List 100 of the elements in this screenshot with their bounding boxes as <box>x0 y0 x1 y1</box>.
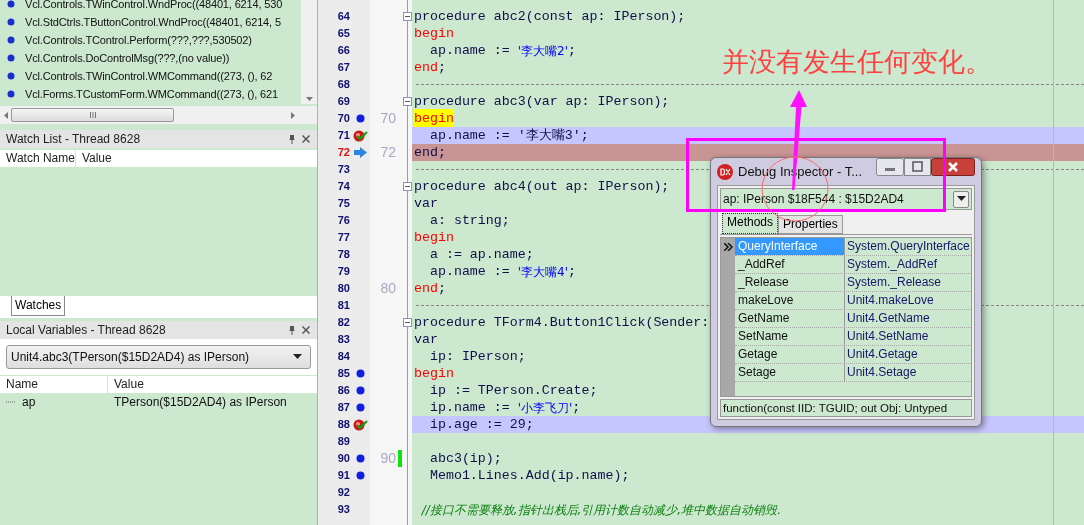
collapse-icon[interactable] <box>403 318 412 327</box>
down-arrow-icon[interactable] <box>305 97 313 101</box>
panel-title: Local Variables - Thread 8628 <box>6 322 167 339</box>
method-name[interactable]: GetName <box>735 310 845 327</box>
collapse-icon[interactable] <box>403 97 412 106</box>
tab[interactable]: Watches <box>11 296 66 316</box>
annotation-text: 并没有发生任何变化。 <box>722 45 992 79</box>
stack-frame[interactable]: Vcl.Controls.TControl.Perform(???,???,530502) <box>25 31 252 49</box>
line-number: 91 <box>336 468 350 483</box>
breakpoint-icon[interactable] <box>355 454 365 463</box>
column-header[interactable]: Name <box>0 376 108 393</box>
line-number: 64 <box>336 9 350 24</box>
tab[interactable]: Properties <box>778 215 843 234</box>
method-name[interactable]: _Release <box>735 274 845 291</box>
line-number: 93 <box>336 502 350 517</box>
right-arrow-icon[interactable] <box>291 111 295 119</box>
code-line: ap.name := '李大嘴3'; <box>428 127 589 144</box>
stack-frame[interactable]: Vcl.Controls.DoControlMsg(???,(no value)) <box>25 49 230 67</box>
breakpoint-icon[interactable] <box>355 403 365 412</box>
column-header[interactable]: Value <box>108 376 317 393</box>
pin-icon[interactable] <box>287 134 297 144</box>
stack-frame-icon <box>7 0 15 8</box>
stack-frame-icon <box>7 54 15 62</box>
code-line: end; <box>413 144 446 161</box>
method-name[interactable]: makeLove <box>735 292 845 309</box>
close-icon[interactable] <box>931 158 975 176</box>
line-number: 75 <box>336 196 350 211</box>
code-line: begin <box>413 365 454 382</box>
row-indicator-icon <box>723 243 733 251</box>
method-name[interactable]: Setage <box>735 364 845 381</box>
line-number: 84 <box>336 349 350 364</box>
code-line: var <box>413 331 438 348</box>
variable-name: ap <box>22 393 36 411</box>
method-name[interactable]: Getage <box>735 346 845 363</box>
variable-value: TPerson($15D2AD4) as IPerson <box>113 393 287 411</box>
caret-icon[interactable] <box>956 196 966 202</box>
breakpoint-check-icon[interactable] <box>352 418 368 431</box>
line-number: 78 <box>336 247 350 262</box>
line-number: 66 <box>336 43 350 58</box>
object-selector[interactable]: ap: IPerson $18F544 : $15D2AD4 <box>720 188 972 210</box>
left-arrow-icon[interactable] <box>4 111 8 119</box>
code-line: a := ap.name; <box>428 246 534 263</box>
method-value: System.QueryInterface <box>846 238 971 255</box>
caret-icon[interactable] <box>293 354 302 360</box>
stack-frame-icon <box>7 18 15 26</box>
frame-dropdown[interactable]: Unit4.abc3(TPerson($15D2AD4) as IPerson) <box>6 345 311 369</box>
line-number: 77 <box>336 230 350 245</box>
line-number: 80 <box>336 281 350 296</box>
line-number: 73 <box>336 162 350 177</box>
code-line: procedure TForm4.Button1Click(Sender: <box>413 314 710 331</box>
line-number: 82 <box>336 315 350 330</box>
method-value: Unit4.SetName <box>846 328 930 345</box>
method-value: Unit4.makeLove <box>846 292 935 309</box>
line-number: 90 <box>336 451 350 466</box>
method-value: Unit4.GetName <box>846 310 931 327</box>
scrollbar-thumb[interactable] <box>11 108 174 122</box>
stack-frame[interactable]: Vcl.Controls.TWinControl.WMCommand((273, (), 62 <box>25 67 273 85</box>
panel-title: Watch List - Thread 8628 <box>6 131 142 148</box>
collapse-icon[interactable] <box>403 12 412 21</box>
grip-icon <box>88 112 97 118</box>
code-line: ip.age := 29; <box>428 416 534 433</box>
code-line: procedure abc4(out ap: IPerson); <box>413 178 670 195</box>
code-line: procedure abc3(var ap: IPerson); <box>413 93 670 110</box>
minimize-icon[interactable] <box>876 158 904 176</box>
line-number: 76 <box>336 213 350 228</box>
breakpoint-icon[interactable] <box>355 369 365 378</box>
horizontal-scrollbar[interactable] <box>0 106 317 124</box>
method-name[interactable]: SetName <box>735 328 845 345</box>
pin-icon[interactable] <box>287 325 297 335</box>
line-number: 79 <box>336 264 350 279</box>
method-name[interactable]: _AddRef <box>735 256 845 273</box>
line-number: 86 <box>336 383 350 398</box>
code-line: ap.name := '李大嘴4'; <box>428 263 576 280</box>
collapse-icon[interactable] <box>403 182 412 191</box>
line-label: 90 <box>380 450 396 467</box>
column-header[interactable]: Value <box>75 150 317 167</box>
execution-arrow-icon[interactable] <box>353 147 367 158</box>
code-line: ip.name := '小李飞刀'; <box>428 399 581 416</box>
breakpoint-icon[interactable] <box>355 471 365 480</box>
stack-frame[interactable]: Vcl.StdCtrls.TButtonControl.WndProc((48401, 6214, 5 <box>25 13 281 31</box>
vertical-scrollbar[interactable] <box>301 0 317 104</box>
code-line: begin <box>413 25 454 42</box>
maximize-icon[interactable] <box>904 158 931 176</box>
close-icon[interactable] <box>301 134 311 144</box>
line-label: 80 <box>380 280 396 297</box>
stack-frame[interactable]: Vcl.Controls.TWinControl.WndProc((48401, 6214, 530 <box>25 0 283 13</box>
code-line: end; <box>413 59 446 76</box>
breakpoint-icon[interactable] <box>355 386 365 395</box>
breakpoint-icon[interactable] <box>355 114 365 123</box>
stack-frame-icon <box>7 36 15 44</box>
line-number: 88 <box>336 417 350 432</box>
tab[interactable]: Methods <box>722 213 779 234</box>
column-header[interactable]: Watch Name <box>0 150 76 167</box>
close-icon[interactable] <box>301 325 311 335</box>
stack-frame[interactable]: Vcl.Forms.TCustomForm.WMCommand((273, (), 621 <box>25 85 278 103</box>
line-label: 70 <box>380 110 396 127</box>
breakpoint-check-icon[interactable] <box>352 129 368 142</box>
code-line: ap.name := '李大嘴2'; <box>428 42 576 59</box>
code-line: begin <box>413 229 454 246</box>
line-number: 71 <box>336 128 350 143</box>
